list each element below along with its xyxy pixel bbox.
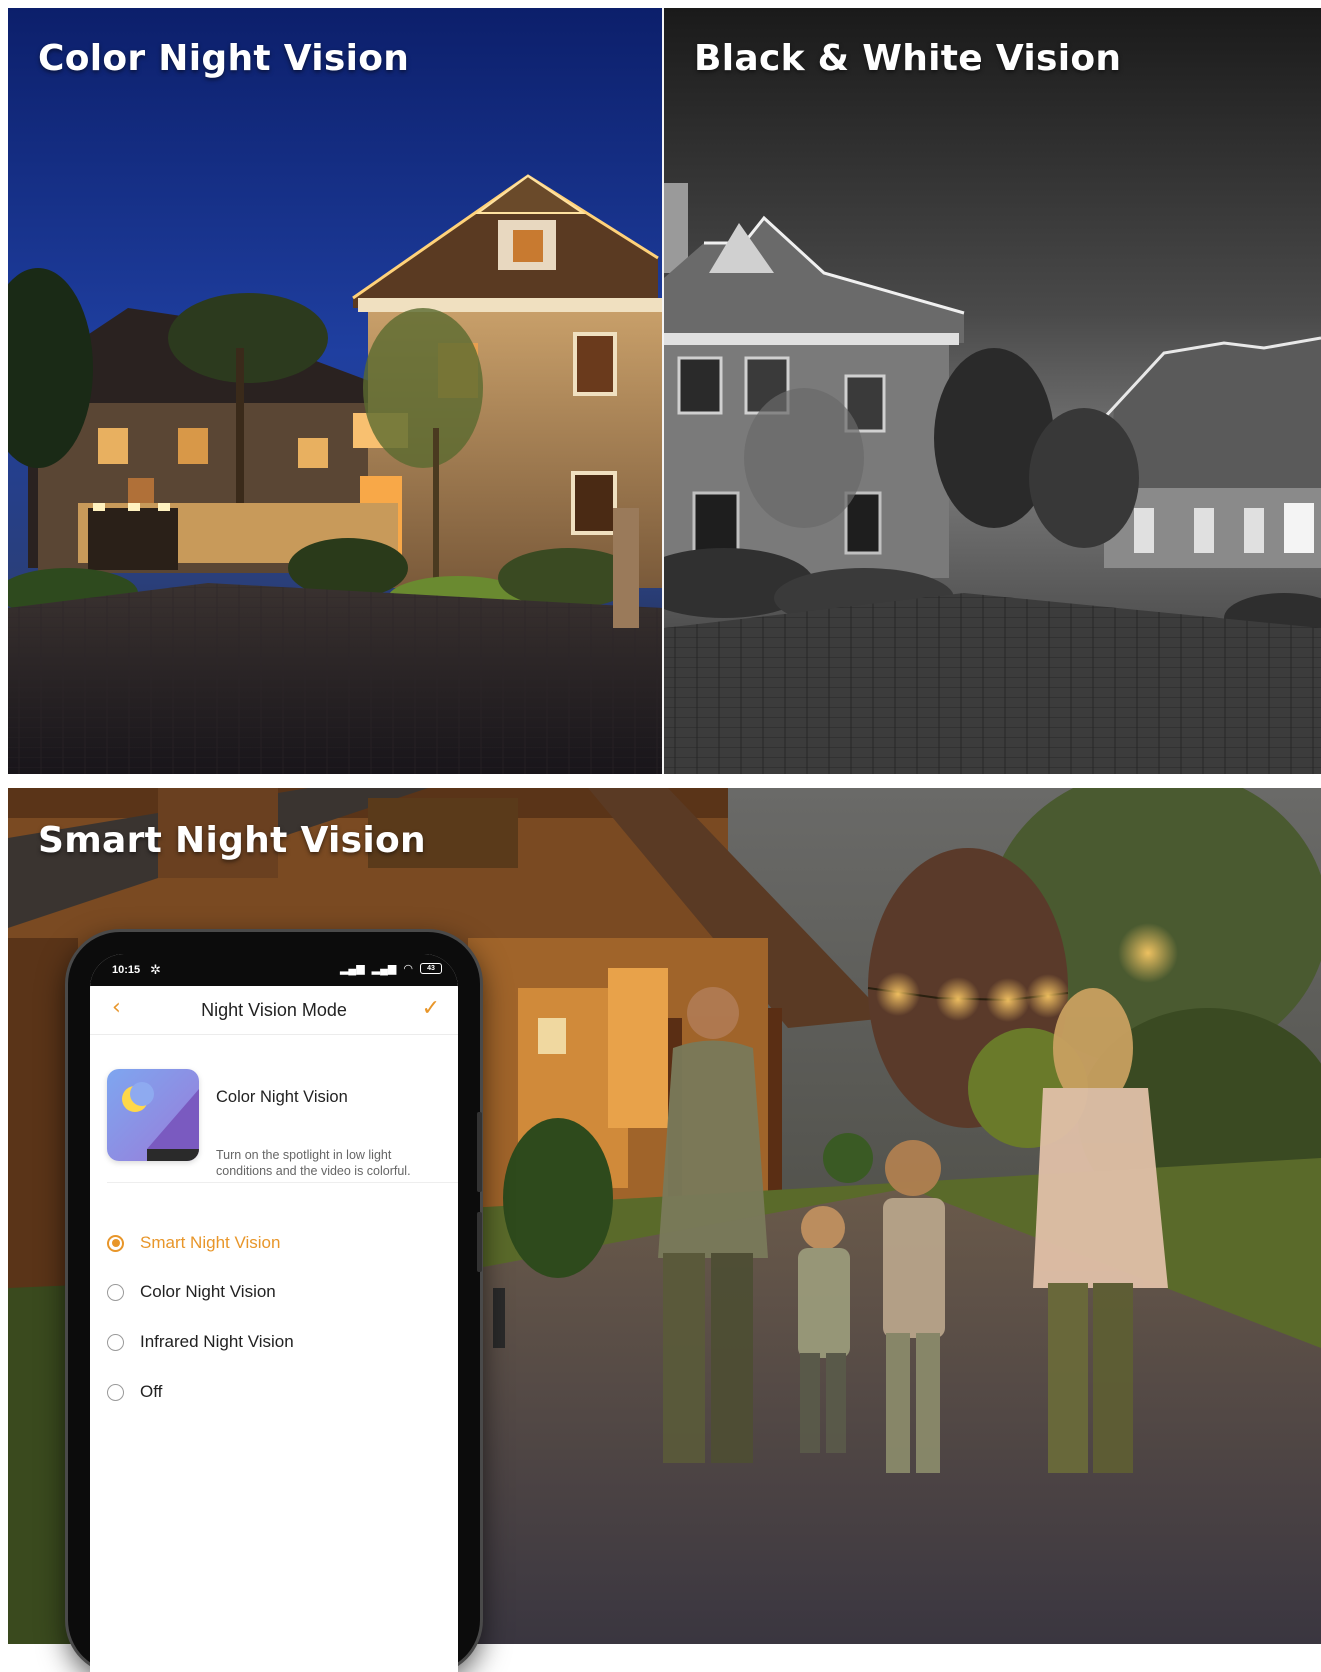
- option-smart-night-vision[interactable]: Smart Night Vision: [107, 1230, 280, 1256]
- black-white-vision-panel: Black & White Vision: [664, 8, 1321, 774]
- status-icons: ▂▄▆ ▂▄▆ ◠ 43: [340, 962, 442, 975]
- option-label: Infrared Night Vision: [140, 1332, 294, 1351]
- color-night-scene-image: [8, 8, 662, 774]
- smartphone-frame: 10:15 ✲ ▂▄▆ ▂▄▆ ◠ 43 ‹ Night Vision Mode…: [68, 932, 482, 1672]
- color-night-vision-panel: Color Night Vision: [8, 8, 662, 774]
- battery-icon: 43: [420, 963, 442, 974]
- section-divider: [107, 1182, 458, 1183]
- phone-side-button: [477, 1112, 482, 1192]
- option-label: Color Night Vision: [140, 1282, 276, 1301]
- status-bar: 10:15 ✲ ▂▄▆ ▂▄▆ ◠ 43: [90, 954, 458, 986]
- option-infrared-night-vision[interactable]: Infrared Night Vision: [107, 1329, 294, 1355]
- radio-icon[interactable]: [107, 1283, 124, 1301]
- nav-title: Night Vision Mode: [201, 1000, 347, 1020]
- wifi-icon: ◠: [403, 963, 413, 975]
- option-color-night-vision[interactable]: Color Night Vision: [107, 1279, 276, 1305]
- smart-night-vision-title: Smart Night Vision: [38, 820, 426, 861]
- option-off[interactable]: Off: [107, 1379, 162, 1405]
- black-white-vision-title: Black & White Vision: [694, 38, 1122, 79]
- signal-icon: ▂▄▆: [339, 963, 365, 975]
- nav-bar: ‹ Night Vision Mode ✓: [90, 986, 458, 1035]
- night-mode-thumbnail: [107, 1069, 199, 1161]
- check-icon[interactable]: ✓: [422, 996, 440, 1021]
- radio-icon[interactable]: [107, 1383, 124, 1401]
- option-label: Off: [140, 1382, 163, 1401]
- phone-volume-button: [477, 1212, 482, 1272]
- current-mode-description: Turn on the spotlight in low light condi…: [216, 1148, 411, 1178]
- radio-icon[interactable]: [107, 1333, 124, 1351]
- radio-selected-icon[interactable]: [107, 1234, 124, 1252]
- signal-icon-2: ▂▄▆: [371, 963, 397, 975]
- settings-status-icon: ✲: [150, 962, 161, 977]
- black-white-scene-image: [664, 8, 1321, 774]
- moon-icon: [107, 1069, 199, 1161]
- app-screen: 10:15 ✲ ▂▄▆ ▂▄▆ ◠ 43 ‹ Night Vision Mode…: [90, 954, 458, 1672]
- color-night-vision-title: Color Night Vision: [38, 38, 410, 79]
- status-time: 10:15: [112, 964, 141, 976]
- option-label: Smart Night Vision: [140, 1233, 281, 1252]
- current-mode-title: Color Night Vision: [216, 1088, 348, 1106]
- panel-divider: [662, 8, 664, 774]
